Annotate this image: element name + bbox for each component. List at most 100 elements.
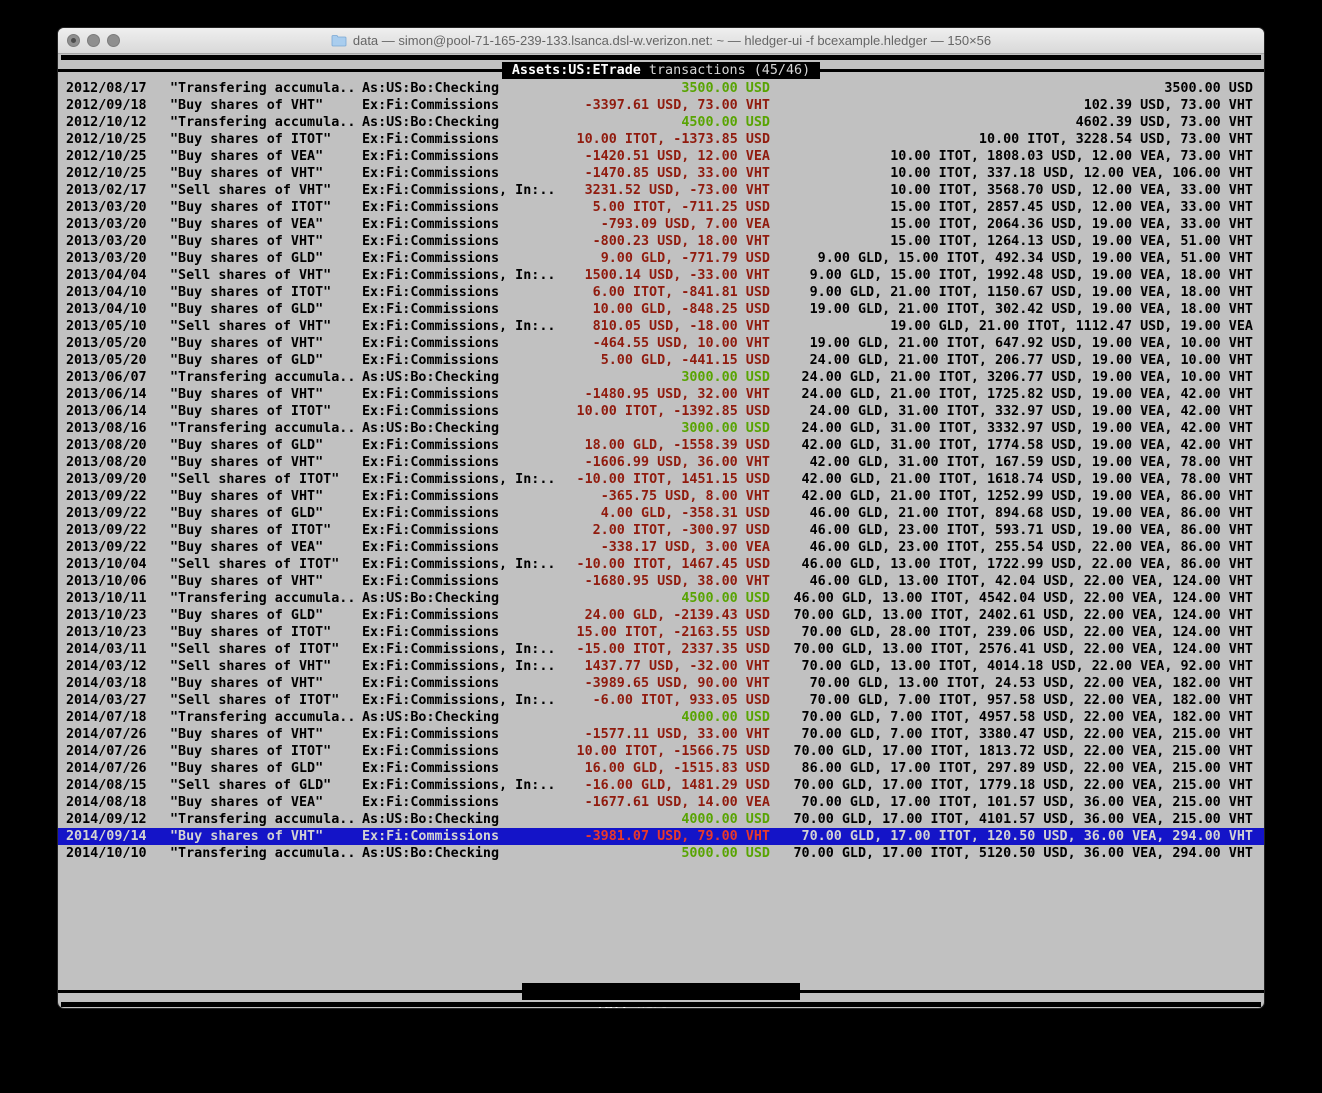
transaction-row[interactable]: 2013/03/20 "Buy shares of VEA" Ex:Fi:Com…	[58, 216, 1264, 233]
transaction-date: 2014/07/26	[66, 760, 170, 777]
transaction-row[interactable]: 2013/05/10 "Sell shares of VHT" Ex:Fi:Co…	[58, 318, 1264, 335]
transaction-balance: 42.00 GLD, 31.00 ITOT, 1774.58 USD, 19.0…	[770, 437, 1264, 454]
transaction-date: 2014/10/10	[66, 845, 170, 862]
transaction-balance: 24.00 GLD, 31.00 ITOT, 332.97 USD, 19.00…	[770, 403, 1264, 420]
transaction-description: "Buy shares of VHT"	[170, 386, 362, 403]
transaction-date: 2014/07/26	[66, 726, 170, 743]
transaction-description: "Transfering accumula..	[170, 369, 362, 386]
transaction-row[interactable]: 2014/07/26 "Buy shares of GLD" Ex:Fi:Com…	[58, 760, 1264, 777]
transaction-row[interactable]: 2014/10/10 "Transfering accumula.. As:US…	[58, 845, 1264, 862]
transaction-row[interactable]: 2013/08/20 "Buy shares of VHT" Ex:Fi:Com…	[58, 454, 1264, 471]
transaction-change: 5000.00 USD	[555, 845, 770, 862]
transaction-row[interactable]: 2013/09/22 "Buy shares of VHT" Ex:Fi:Com…	[58, 488, 1264, 505]
transaction-description: "Transfering accumula..	[170, 80, 362, 97]
window-titlebar[interactable]: data — simon@pool-71-165-239-133.lsanca.…	[58, 28, 1264, 54]
transaction-row[interactable]: 2012/10/25 "Buy shares of VEA" Ex:Fi:Com…	[58, 148, 1264, 165]
transaction-row[interactable]: 2013/02/17 "Sell shares of VHT" Ex:Fi:Co…	[58, 182, 1264, 199]
transaction-row[interactable]: 2014/03/27 "Sell shares of ITOT" Ex:Fi:C…	[58, 692, 1264, 709]
close-button[interactable]	[67, 34, 80, 47]
transaction-row[interactable]: 2013/10/23 "Buy shares of ITOT" Ex:Fi:Co…	[58, 624, 1264, 641]
transaction-accounts: Ex:Fi:Commissions, In:..	[362, 318, 555, 335]
transaction-change: 9.00 GLD, -771.79 USD	[555, 250, 770, 267]
transaction-description: "Sell shares of GLD"	[170, 777, 362, 794]
transaction-row[interactable]: 2013/08/20 "Buy shares of GLD" Ex:Fi:Com…	[58, 437, 1264, 454]
transaction-description: "Buy shares of GLD"	[170, 437, 362, 454]
transaction-date: 2012/10/25	[66, 165, 170, 182]
minimize-button[interactable]	[87, 34, 100, 47]
transaction-row[interactable]: 2013/04/10 "Buy shares of GLD" Ex:Fi:Com…	[58, 301, 1264, 318]
transaction-row[interactable]: 2013/04/10 "Buy shares of ITOT" Ex:Fi:Co…	[58, 284, 1264, 301]
transaction-row[interactable]: 2014/03/18 "Buy shares of VHT" Ex:Fi:Com…	[58, 675, 1264, 692]
transaction-accounts: Ex:Fi:Commissions	[362, 794, 555, 811]
transaction-row[interactable]: 2014/09/12 "Transfering accumula.. As:US…	[58, 811, 1264, 828]
transaction-row[interactable]: 2013/09/20 "Sell shares of ITOT" Ex:Fi:C…	[58, 471, 1264, 488]
transaction-row[interactable]: 2013/08/16 "Transfering accumula.. As:US…	[58, 420, 1264, 437]
transaction-row[interactable]: 2013/10/06 "Buy shares of VHT" Ex:Fi:Com…	[58, 573, 1264, 590]
transaction-description: "Buy shares of VHT"	[170, 233, 362, 250]
transaction-row[interactable]: 2013/04/04 "Sell shares of VHT" Ex:Fi:Co…	[58, 267, 1264, 284]
transaction-change: 4500.00 USD	[555, 590, 770, 607]
transaction-balance: 9.00 GLD, 15.00 ITOT, 492.34 USD, 19.00 …	[770, 250, 1264, 267]
transaction-row[interactable]: 2014/07/26 "Buy shares of ITOT" Ex:Fi:Co…	[58, 743, 1264, 760]
transaction-change: -3989.65 USD, 90.00 VHT	[555, 675, 770, 692]
transaction-row[interactable]: 2013/10/23 "Buy shares of GLD" Ex:Fi:Com…	[58, 607, 1264, 624]
transaction-change: -1420.51 USD, 12.00 VEA	[555, 148, 770, 165]
transaction-description: "Buy shares of VEA"	[170, 148, 362, 165]
transaction-balance: 42.00 GLD, 21.00 ITOT, 1252.99 USD, 19.0…	[770, 488, 1264, 505]
zoom-button[interactable]	[107, 34, 120, 47]
window-title: data — simon@pool-71-165-239-133.lsanca.…	[331, 33, 991, 48]
transaction-date: 2014/03/27	[66, 692, 170, 709]
transaction-row[interactable]: 2013/09/22 "Buy shares of GLD" Ex:Fi:Com…	[58, 505, 1264, 522]
transaction-date: 2013/04/10	[66, 301, 170, 318]
transaction-balance: 70.00 GLD, 13.00 ITOT, 24.53 USD, 22.00 …	[770, 675, 1264, 692]
transaction-row[interactable]: 2014/03/11 "Sell shares of ITOT" Ex:Fi:C…	[58, 641, 1264, 658]
transaction-row[interactable]: 2012/09/18 "Buy shares of VHT" Ex:Fi:Com…	[58, 97, 1264, 114]
transaction-row[interactable]: 2012/10/25 "Buy shares of VHT" Ex:Fi:Com…	[58, 165, 1264, 182]
transaction-date: 2013/03/20	[66, 250, 170, 267]
transaction-change: 1500.14 USD, -33.00 VHT	[555, 267, 770, 284]
transaction-accounts: Ex:Fi:Commissions, In:..	[362, 267, 555, 284]
transaction-description: "Sell shares of ITOT"	[170, 692, 362, 709]
transaction-row[interactable]: 2014/09/14 "Buy shares of VHT" Ex:Fi:Com…	[58, 828, 1264, 845]
transaction-change: 10.00 ITOT, -1566.75 USD	[555, 743, 770, 760]
transaction-row[interactable]: 2012/10/25 "Buy shares of ITOT" Ex:Fi:Co…	[58, 131, 1264, 148]
transaction-row[interactable]: 2014/08/15 "Sell shares of GLD" Ex:Fi:Co…	[58, 777, 1264, 794]
transaction-row[interactable]: 2012/08/17 "Transfering accumula.. As:US…	[58, 80, 1264, 97]
transaction-balance: 10.00 ITOT, 337.18 USD, 12.00 VEA, 106.0…	[770, 165, 1264, 182]
transaction-row[interactable]: 2013/09/22 "Buy shares of VEA" Ex:Fi:Com…	[58, 539, 1264, 556]
transaction-balance: 10.00 ITOT, 3568.70 USD, 12.00 VEA, 33.0…	[770, 182, 1264, 199]
transaction-description: "Sell shares of VHT"	[170, 182, 362, 199]
transaction-date: 2014/03/18	[66, 675, 170, 692]
transaction-row[interactable]: 2013/03/20 "Buy shares of GLD" Ex:Fi:Com…	[58, 250, 1264, 267]
transaction-description: "Sell shares of VHT"	[170, 658, 362, 675]
transaction-row[interactable]: 2013/10/11 "Transfering accumula.. As:US…	[58, 590, 1264, 607]
transaction-row[interactable]: 2013/06/14 "Buy shares of ITOT" Ex:Fi:Co…	[58, 403, 1264, 420]
transaction-row[interactable]: 2012/10/12 "Transfering accumula.. As:US…	[58, 114, 1264, 131]
transaction-row[interactable]: 2013/06/14 "Buy shares of VHT" Ex:Fi:Com…	[58, 386, 1264, 403]
transaction-row[interactable]: 2014/07/18 "Transfering accumula.. As:US…	[58, 709, 1264, 726]
terminal-content: Assets:US:ETrade transactions (45/46) 20…	[58, 54, 1264, 1008]
transaction-change: 24.00 GLD, -2139.43 USD	[555, 607, 770, 624]
transaction-date: 2013/04/04	[66, 267, 170, 284]
transaction-change: 18.00 GLD, -1558.39 USD	[555, 437, 770, 454]
transaction-change: 15.00 ITOT, -2163.55 USD	[555, 624, 770, 641]
transaction-row[interactable]: 2013/09/22 "Buy shares of ITOT" Ex:Fi:Co…	[58, 522, 1264, 539]
border-line	[820, 69, 1264, 72]
transaction-description: "Buy shares of ITOT"	[170, 199, 362, 216]
transaction-row[interactable]: 2013/10/04 "Sell shares of ITOT" Ex:Fi:C…	[58, 556, 1264, 573]
transaction-balance: 70.00 GLD, 17.00 ITOT, 120.50 USD, 36.00…	[770, 828, 1264, 845]
transaction-row[interactable]: 2013/03/20 "Buy shares of VHT" Ex:Fi:Com…	[58, 233, 1264, 250]
transaction-description: "Buy shares of ITOT"	[170, 743, 362, 760]
transaction-accounts: Ex:Fi:Commissions, In:..	[362, 182, 555, 199]
transaction-row[interactable]: 2014/03/12 "Sell shares of VHT" Ex:Fi:Co…	[58, 658, 1264, 675]
transaction-date: 2013/10/06	[66, 573, 170, 590]
transaction-row[interactable]: 2013/05/20 "Buy shares of GLD" Ex:Fi:Com…	[58, 352, 1264, 369]
transaction-row[interactable]: 2013/05/20 "Buy shares of VHT" Ex:Fi:Com…	[58, 335, 1264, 352]
transaction-balance: 42.00 GLD, 21.00 ITOT, 1618.74 USD, 19.0…	[770, 471, 1264, 488]
transaction-row[interactable]: 2013/03/20 "Buy shares of ITOT" Ex:Fi:Co…	[58, 199, 1264, 216]
transaction-date: 2013/04/10	[66, 284, 170, 301]
transaction-row[interactable]: 2013/06/07 "Transfering accumula.. As:US…	[58, 369, 1264, 386]
transaction-row[interactable]: 2014/08/18 "Buy shares of VEA" Ex:Fi:Com…	[58, 794, 1264, 811]
transaction-accounts: Ex:Fi:Commissions, In:..	[362, 777, 555, 794]
transaction-row[interactable]: 2014/07/26 "Buy shares of VHT" Ex:Fi:Com…	[58, 726, 1264, 743]
